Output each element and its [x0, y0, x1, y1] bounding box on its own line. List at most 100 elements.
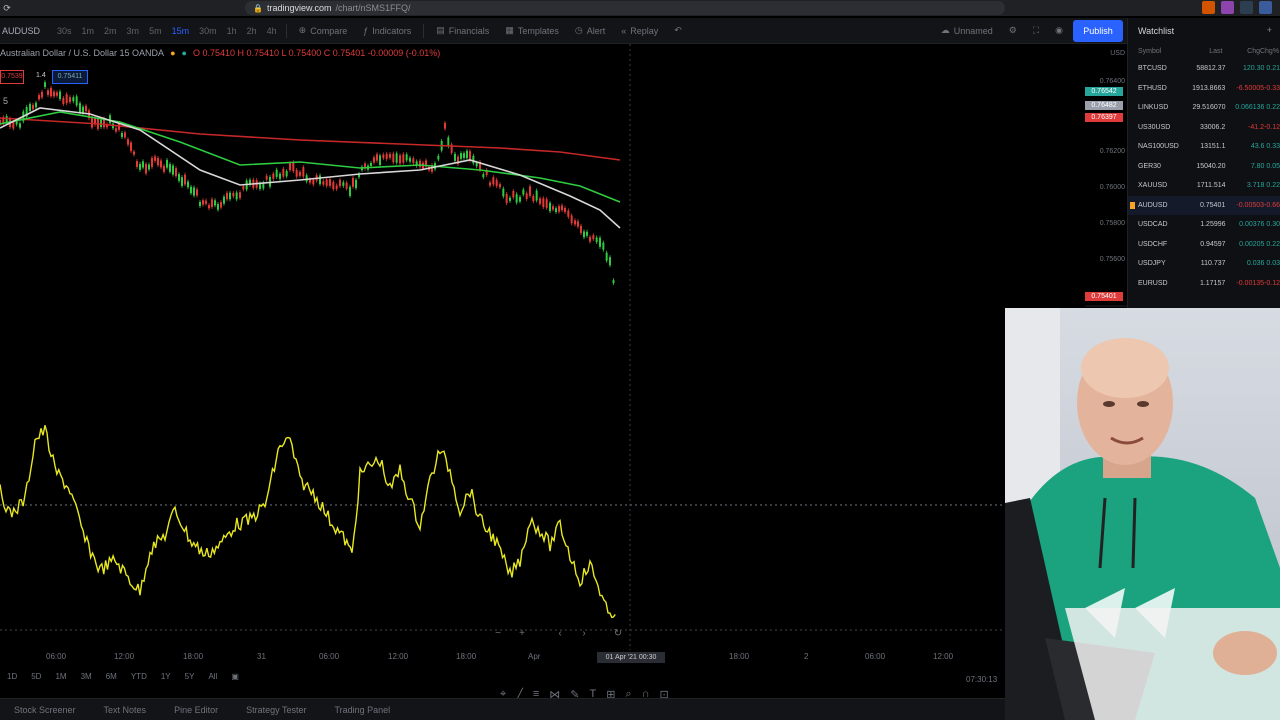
candle-body	[235, 192, 238, 200]
bottom-tab[interactable]: Stock Screener	[0, 705, 90, 715]
candle-body	[515, 194, 518, 203]
watchlist-row[interactable]: USDJPY 110.737 0.036 0.03	[1128, 254, 1280, 274]
candle-body	[373, 157, 375, 163]
extension-icon[interactable]	[1202, 1, 1215, 14]
legend-title[interactable]: Australian Dollar / U.S. Dollar 15 OANDA	[0, 48, 164, 58]
timeframe-3m[interactable]: 3m	[122, 26, 145, 36]
zoom-in-icon[interactable]: +	[514, 628, 530, 642]
indicators-button[interactable]: ƒ Indicators	[355, 26, 419, 36]
settings-button[interactable]: ⚙	[1001, 25, 1025, 36]
address-bar[interactable]: 🔒 tradingview.com/chart/nSMS1FFQ/	[245, 1, 1005, 15]
watchlist-row[interactable]: BTCUSD 58812.37 120.30 0.21	[1128, 59, 1280, 79]
watchlist-row[interactable]: XAUUSD 1711.514 3.718 0.22	[1128, 176, 1280, 196]
watchlist-symbol: XAUUSD	[1138, 182, 1168, 190]
watchlist-symbol: USDJPY	[1138, 260, 1166, 268]
bottom-tab[interactable]: Strategy Tester	[232, 705, 320, 715]
candle-body	[529, 186, 531, 196]
candle-body	[292, 162, 295, 172]
watchlist-row[interactable]: US30USD 33006.2 -41.2 -0.12	[1128, 118, 1280, 138]
watchlist-row[interactable]: USDCAD 1.25996 0.00376 0.30	[1128, 215, 1280, 235]
extension-icon[interactable]	[1221, 1, 1234, 14]
watchlist-symbol: BTCUSD	[1138, 65, 1167, 73]
symbol-search[interactable]: AUDUSD	[0, 26, 52, 36]
add-symbol-icon[interactable]: +	[1267, 25, 1272, 35]
candle-body	[495, 179, 498, 187]
column-header[interactable]: Last	[1185, 48, 1222, 55]
layout-select[interactable]: ☁ Unnamed	[933, 25, 1001, 36]
range-1m[interactable]: 1M	[50, 672, 71, 686]
reload-icon[interactable]: ⟳	[0, 3, 14, 14]
time-axis[interactable]: 06:00 12:00 18:00 31 06:00 12:00 18:00 A…	[0, 650, 1005, 664]
range-ytd[interactable]: YTD	[126, 672, 152, 686]
column-header[interactable]: Symbol	[1138, 48, 1185, 55]
publish-button[interactable]: Publish	[1073, 20, 1123, 42]
calendar-icon[interactable]: ▣	[226, 672, 244, 686]
sell-price-box[interactable]: 0.7539	[0, 70, 24, 84]
timeframe-15m[interactable]: 15m	[167, 26, 195, 36]
column-header[interactable]: Chg%	[1260, 48, 1279, 55]
range-5y[interactable]: 5Y	[180, 672, 200, 686]
watchlist-row[interactable]: NAS100USD 13151.1 43.6 0.33	[1128, 137, 1280, 157]
price-scale[interactable]: USD 0.76400 0.76200 0.76000 0.75800 0.75…	[1085, 44, 1127, 306]
extension-icon[interactable]	[1240, 1, 1253, 14]
range-all[interactable]: All	[203, 672, 222, 686]
templates-label: Templates	[517, 25, 559, 36]
watchlist-row[interactable]: EURUSD 1.17157 -0.00135 -0.12	[1128, 274, 1280, 294]
timeframe-1h[interactable]: 1h	[222, 26, 242, 36]
bottom-tab[interactable]: Text Notes	[90, 705, 161, 715]
range-1y[interactable]: 1Y	[156, 672, 176, 686]
scroll-right-icon[interactable]: ›	[576, 628, 592, 642]
alert-button[interactable]: ◷ Alert	[567, 25, 613, 36]
candle-body	[532, 195, 535, 202]
candle-body	[558, 206, 560, 212]
timeframe-30m[interactable]: 30m	[194, 26, 222, 36]
watchlist-row[interactable]: USDCHF 0.94597 0.00205 0.22	[1128, 235, 1280, 255]
financials-button[interactable]: ▤ Financials	[428, 25, 497, 36]
fullscreen-button[interactable]: ⛶	[1025, 25, 1047, 36]
undo-button[interactable]: ↶	[666, 25, 690, 36]
column-header[interactable]: Chg	[1222, 48, 1260, 55]
candle-body	[592, 235, 595, 240]
compare-button[interactable]: ⊕ Compare	[291, 25, 356, 36]
oscillator-line	[0, 425, 616, 619]
range-5d[interactable]: 5D	[26, 672, 46, 686]
timeframe-2h[interactable]: 2h	[242, 26, 262, 36]
watchlist-row[interactable]: AUDUSD 0.75401 -0.00503 -0.66	[1128, 195, 1280, 215]
alert-label: Alert	[586, 25, 606, 36]
timeframe-1m[interactable]: 1m	[77, 26, 100, 36]
lock-icon: 🔒	[253, 3, 263, 13]
watchlist-row[interactable]: ETHUSD 1913.8663 -6.50005 -0.33	[1128, 79, 1280, 99]
range-1d[interactable]: 1D	[2, 672, 22, 686]
extension-icon[interactable]	[1259, 1, 1272, 14]
reset-chart-icon[interactable]: ↻	[610, 628, 626, 642]
timeframe-4h[interactable]: 4h	[262, 26, 282, 36]
timeframe-5m[interactable]: 5m	[144, 26, 167, 36]
range-3m[interactable]: 3M	[76, 672, 97, 686]
chart-canvas[interactable]	[0, 44, 1127, 690]
candle-body	[399, 155, 401, 164]
bottom-tab[interactable]: Pine Editor	[160, 705, 232, 715]
range-6m[interactable]: 6M	[101, 672, 122, 686]
buy-price-box[interactable]: 0.75411	[52, 70, 88, 84]
timeframe-2m[interactable]: 2m	[99, 26, 122, 36]
candle-body	[382, 154, 385, 159]
candle-body	[325, 179, 328, 186]
candle-body	[549, 202, 551, 212]
zoom-out-icon[interactable]: −	[490, 628, 506, 642]
watchlist-title[interactable]: Watchlist +	[1128, 18, 1280, 42]
replay-button[interactable]: «Replay	[613, 26, 666, 36]
templates-button[interactable]: ▦ Templates	[497, 25, 567, 36]
timeframe-30s[interactable]: 30s	[52, 26, 77, 36]
utc-clock[interactable]: 07:30:13	[966, 675, 997, 684]
candle-body	[564, 207, 566, 212]
watchlist-row[interactable]: LINKUSD 29.516070 0.066136 0.22	[1128, 98, 1280, 118]
watchlist-row[interactable]: GER30 15040.20 7.80 0.05	[1128, 157, 1280, 177]
price-label: 0.76400	[1099, 78, 1125, 85]
indicators-label: Indicators	[372, 25, 412, 36]
scroll-left-icon[interactable]: ‹	[552, 628, 568, 642]
candle-body	[460, 153, 462, 159]
time-label: 2	[804, 652, 809, 661]
snapshot-button[interactable]: ◉	[1047, 25, 1071, 36]
bottom-tab[interactable]: Trading Panel	[320, 705, 404, 715]
candle-body	[402, 154, 405, 163]
